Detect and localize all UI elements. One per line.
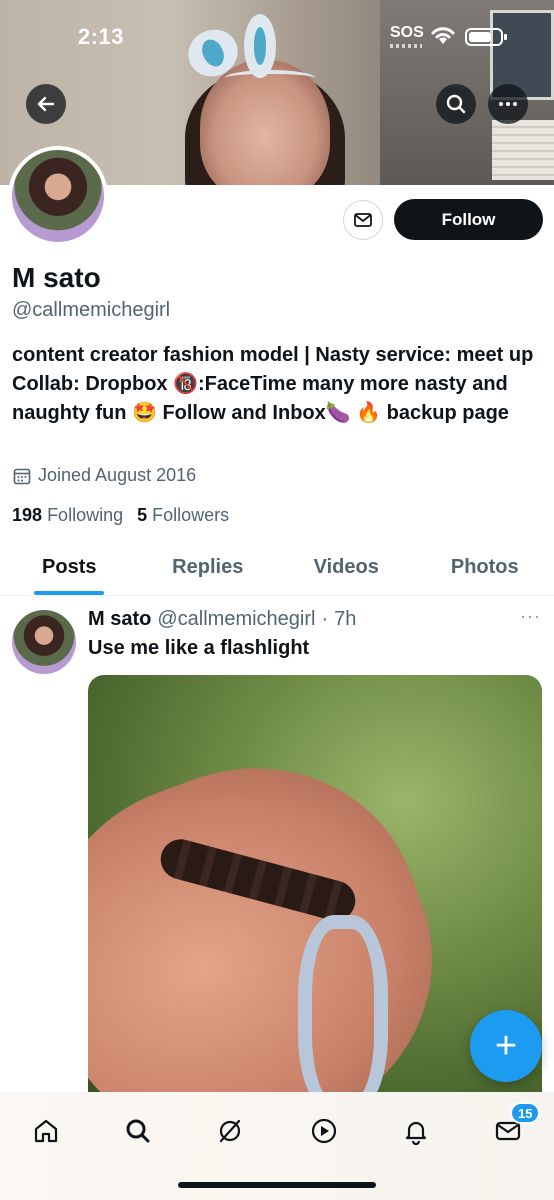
post-time: 7h bbox=[334, 608, 357, 630]
post-author-name[interactable]: M sato bbox=[88, 608, 151, 631]
post-avatar[interactable] bbox=[12, 610, 76, 674]
media-garment bbox=[298, 915, 388, 1095]
tab-photos[interactable]: Photos bbox=[416, 540, 554, 595]
search-button[interactable] bbox=[436, 84, 476, 124]
follow-counts: 198 Following 5 Followers bbox=[12, 505, 229, 526]
nav-search[interactable] bbox=[116, 1109, 160, 1153]
video-icon bbox=[311, 1118, 337, 1144]
home-icon bbox=[34, 1119, 58, 1143]
profile-tabs: Posts Replies Videos Photos bbox=[0, 540, 554, 596]
tab-posts[interactable]: Posts bbox=[0, 540, 139, 595]
post-separator: · bbox=[321, 608, 329, 630]
status-bar: 2:13 SOS bbox=[0, 0, 554, 72]
following-count: 198 bbox=[12, 505, 43, 525]
arrow-left-icon bbox=[37, 96, 55, 112]
profile-name: M sato bbox=[12, 262, 101, 293]
grok-icon bbox=[219, 1119, 241, 1143]
followers-label: Followers bbox=[152, 505, 230, 525]
nav-home[interactable] bbox=[24, 1109, 68, 1153]
back-button[interactable] bbox=[26, 84, 66, 124]
post-more-button[interactable]: ··· bbox=[520, 606, 541, 627]
nav-notifications[interactable] bbox=[394, 1109, 438, 1153]
search-icon bbox=[126, 1119, 150, 1143]
nav-video[interactable] bbox=[302, 1109, 346, 1153]
notifications-icon bbox=[405, 1121, 427, 1145]
search-icon bbox=[446, 94, 466, 114]
battery-icon bbox=[465, 28, 507, 46]
more-horizontal-icon bbox=[499, 102, 517, 106]
profile-avatar[interactable] bbox=[8, 146, 108, 246]
profile-handle: @callmemichegirl bbox=[12, 299, 171, 321]
banner-headband bbox=[225, 70, 315, 86]
more-options-button[interactable] bbox=[488, 84, 528, 124]
following-link[interactable]: 198 Following bbox=[12, 505, 123, 526]
followers-count: 5 bbox=[137, 505, 148, 525]
banner-blinds bbox=[492, 120, 554, 180]
home-indicator[interactable] bbox=[178, 1182, 376, 1188]
mail-icon bbox=[354, 213, 372, 227]
joined-date: Joined August 2016 bbox=[12, 465, 196, 486]
post-text: Use me like a flashlight bbox=[88, 637, 310, 659]
post-header: M sato @callmemichegirl · 7h bbox=[88, 608, 356, 631]
status-sos: SOS bbox=[390, 24, 424, 41]
nav-grok[interactable] bbox=[208, 1109, 252, 1153]
tab-replies[interactable]: Replies bbox=[139, 540, 278, 595]
followers-link[interactable]: 5 Followers bbox=[137, 505, 229, 526]
follow-button[interactable]: Follow bbox=[394, 199, 543, 240]
compose-button[interactable]: + bbox=[470, 1010, 542, 1082]
following-label: Following bbox=[47, 505, 124, 525]
messages-badge: 15 bbox=[510, 1102, 541, 1124]
signal-dots-icon bbox=[390, 44, 422, 48]
tab-videos[interactable]: Videos bbox=[277, 540, 416, 595]
joined-date-text: Joined August 2016 bbox=[38, 465, 197, 485]
wifi-icon bbox=[431, 27, 455, 44]
media-subject bbox=[88, 720, 479, 1095]
profile-bio: content creator fashion model | Nasty se… bbox=[12, 344, 534, 424]
message-button[interactable] bbox=[343, 200, 383, 240]
calendar-icon bbox=[13, 468, 31, 484]
status-time: 2:13 bbox=[78, 24, 125, 49]
post-author-handle[interactable]: @callmemichegirl bbox=[157, 608, 315, 631]
